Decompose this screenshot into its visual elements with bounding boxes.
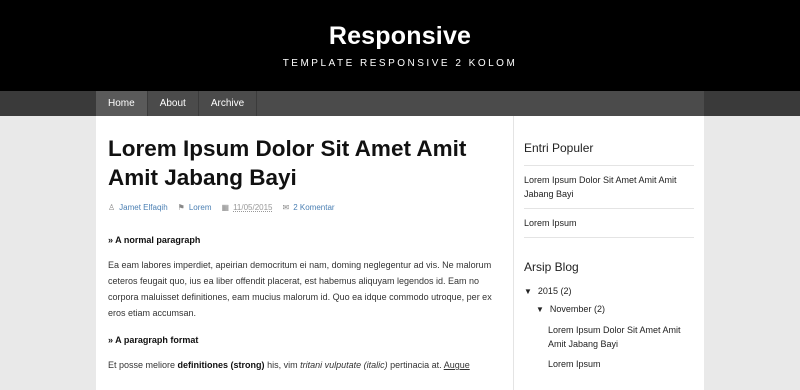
tag-icon: ⚑ xyxy=(177,203,185,212)
site-title[interactable]: Responsive xyxy=(0,21,800,51)
section-heading: » A normal paragraph xyxy=(108,235,201,245)
main-post: Lorem Ipsum Dolor Sit Amet Amit Amit Jab… xyxy=(96,116,514,390)
post-title[interactable]: Lorem Ipsum Dolor Sit Amet Amit Amit Jab… xyxy=(108,134,499,192)
text-strong: definitiones (strong) xyxy=(177,360,265,370)
archive-year-count: (2) xyxy=(560,286,572,296)
archive-month-label[interactable]: November xyxy=(550,302,592,317)
popular-post-item[interactable]: Lorem Ipsum Dolor Sit Amet Amit Amit Jab… xyxy=(524,166,694,209)
user-icon: ♙ xyxy=(108,203,116,212)
nav-item-home[interactable]: Home xyxy=(96,91,148,116)
archive-month-count: (2) xyxy=(593,304,605,314)
post-comments[interactable]: 2 Komentar xyxy=(293,203,334,212)
popular-post-item[interactable]: Lorem Ipsum xyxy=(524,209,694,238)
text-normal: pertinacia at. xyxy=(390,360,442,370)
archive-month: ▼ November (2) xyxy=(524,302,694,317)
blog-header: Responsive TEMPLATE RESPONSIVE 2 KOLOM xyxy=(0,0,800,91)
text-normal: his, vim xyxy=(267,360,298,370)
archive-post-item[interactable]: Lorem Ipsum xyxy=(548,357,694,371)
popular-posts-title: Entri Populer xyxy=(524,141,694,166)
nav-item-archive[interactable]: Archive xyxy=(199,91,258,116)
nav-bar: Home About Archive xyxy=(0,91,800,116)
site-description: TEMPLATE RESPONSIVE 2 KOLOM xyxy=(282,58,518,69)
post-date[interactable]: 11/05/2015 xyxy=(233,203,272,212)
text-normal: Et posse meliore xyxy=(108,360,176,370)
archive-year: ▼ 2015 (2) xyxy=(524,284,694,299)
archive-title: Arsip Blog xyxy=(524,260,579,274)
content-wrapper: Lorem Ipsum Dolor Sit Amet Amit Amit Jab… xyxy=(96,116,704,390)
triangle-down-icon[interactable]: ▼ xyxy=(524,284,532,299)
section-heading: » A paragraph format xyxy=(108,335,199,345)
triangle-down-icon[interactable]: ▼ xyxy=(536,302,544,317)
post-meta: ♙ Jamet Elfaqih ⚑ Lorem ▦ 11/05/2015 ✉ 2… xyxy=(108,203,499,212)
post-label[interactable]: Lorem xyxy=(189,203,212,212)
post-author[interactable]: Jamet Elfaqih xyxy=(119,203,167,212)
paragraph: Ea eam labores imperdiet, apeirian democ… xyxy=(108,260,492,318)
nav-item-about[interactable]: About xyxy=(148,91,199,116)
text-italic: tritani vulputate (italic) xyxy=(300,360,388,370)
calendar-icon: ▦ xyxy=(221,203,230,212)
nav-menu: Home About Archive xyxy=(96,91,704,116)
blog-archive: ▼ 2015 (2) ▼ November (2) Lorem Ipsum Do… xyxy=(524,284,694,371)
paragraph-format: Et posse meliore definitiones (strong) h… xyxy=(108,357,499,373)
archive-year-label[interactable]: 2015 xyxy=(538,284,558,299)
archive-post-item[interactable]: Lorem Ipsum Dolor Sit Amet Amit Amit Jab… xyxy=(548,323,694,351)
text-link[interactable]: Augue xyxy=(444,360,470,370)
comments-icon: ✉ xyxy=(282,203,290,212)
sidebar: Entri Populer Lorem Ipsum Dolor Sit Amet… xyxy=(514,116,704,390)
